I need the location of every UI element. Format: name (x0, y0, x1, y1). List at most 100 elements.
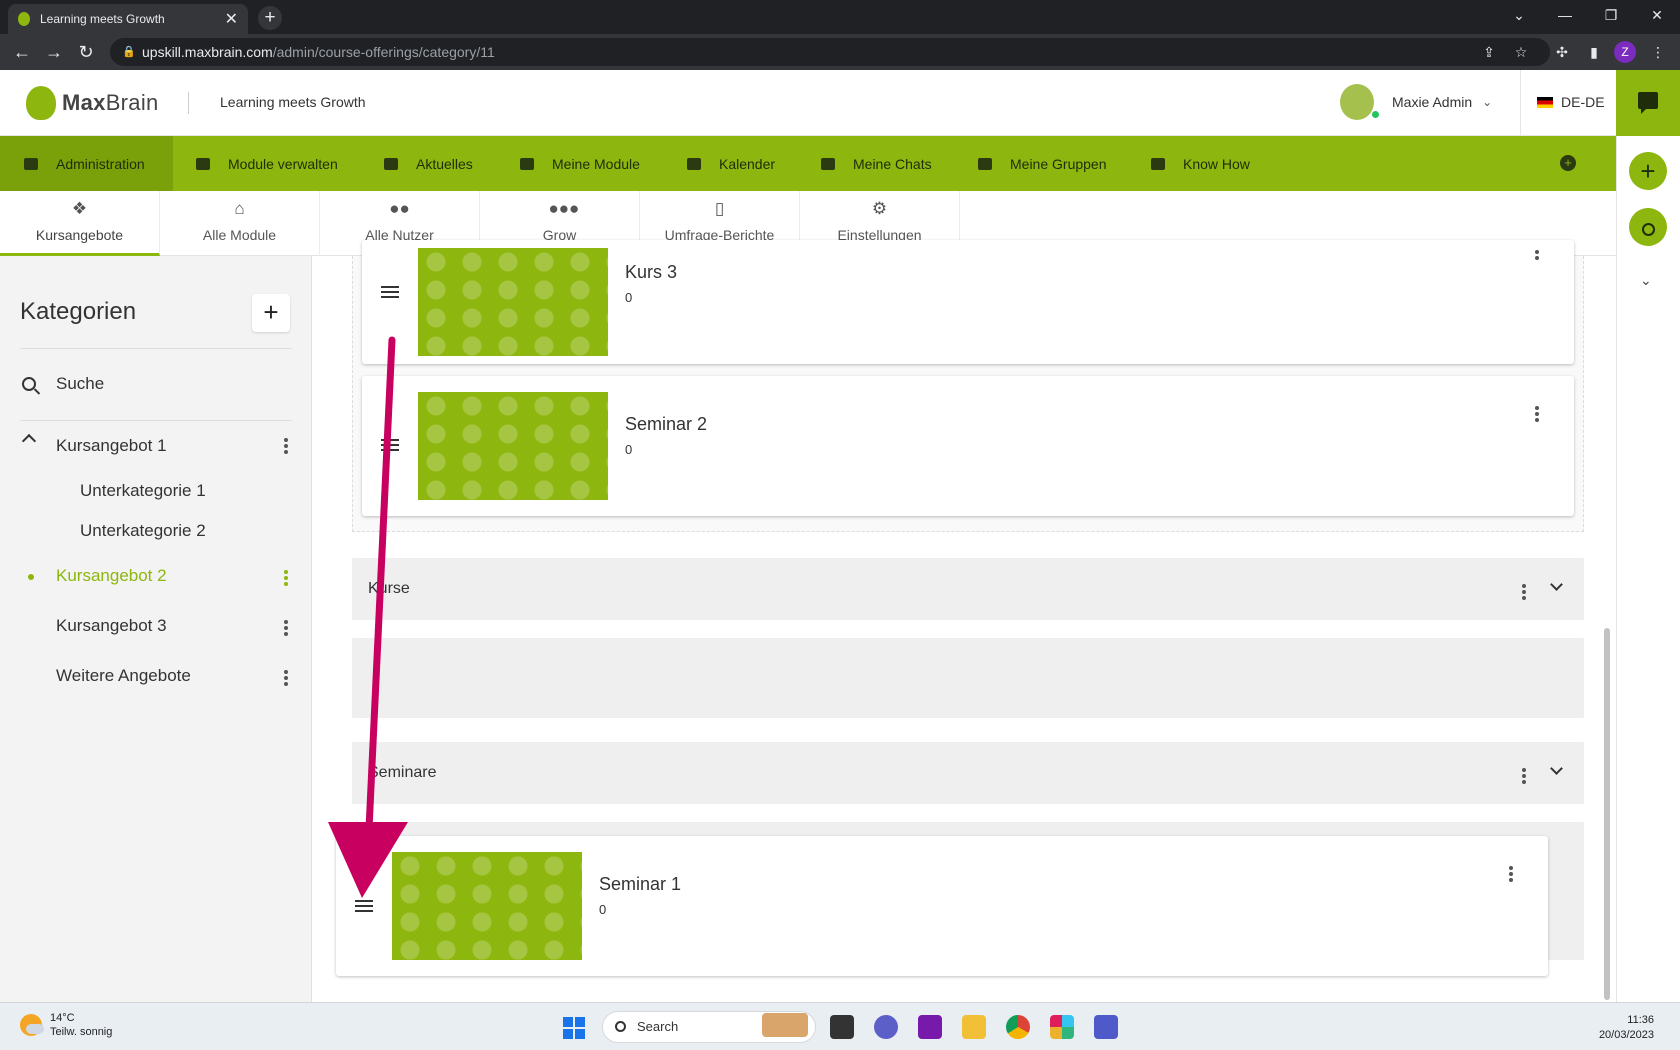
news-icon (384, 157, 398, 170)
reload-icon[interactable]: ↻ (74, 40, 98, 64)
more-options-icon[interactable] (284, 668, 288, 688)
sidebar-item-unterkategorie-2[interactable]: Unterkategorie 2 (80, 521, 206, 541)
more-options-icon[interactable] (1509, 864, 1513, 884)
more-options-icon[interactable] (1535, 248, 1539, 262)
language-switcher[interactable]: DE-DE (1537, 94, 1605, 110)
search-button[interactable] (1629, 208, 1667, 246)
more-options-icon[interactable] (1522, 766, 1526, 786)
more-options-icon[interactable] (1522, 582, 1526, 602)
calendar-icon (687, 157, 701, 170)
sidebar-item-kursangebot-2[interactable]: Kursangebot 2 (56, 566, 167, 586)
german-flag-icon (1537, 96, 1553, 108)
nav-item-meine-module[interactable]: Meine Module (520, 136, 640, 191)
nav-item-meine-chats[interactable]: Meine Chats (821, 136, 932, 191)
new-tab-button[interactable]: + (258, 6, 282, 30)
chat-toggle-button[interactable] (1616, 70, 1680, 136)
header-divider (188, 92, 189, 114)
side-panel-icon[interactable]: ▮ (1582, 40, 1606, 64)
section-seminare[interactable]: Seminare (352, 742, 1584, 804)
add-button[interactable]: + (1629, 152, 1667, 190)
nav-item-module-verwalten[interactable]: Module verwalten (196, 136, 338, 191)
more-options-icon[interactable] (284, 436, 288, 456)
more-options-icon[interactable] (284, 568, 288, 588)
drag-handle-icon[interactable] (355, 900, 373, 912)
tab-kursangebote[interactable]: ❖ Kursangebote (0, 191, 160, 256)
rail-chevron-down-icon[interactable]: ⌄ (1640, 272, 1652, 289)
profile-avatar[interactable]: Z (1614, 41, 1636, 63)
bookmark-star-icon[interactable]: ☆ (1509, 40, 1533, 64)
course-card[interactable]: Kurs 3 0 (362, 240, 1574, 364)
url-input[interactable]: 🔒 upskill.maxbrain.com/admin/course-offe… (110, 38, 1550, 66)
plus-icon: + (1640, 156, 1656, 186)
weather-widget[interactable]: 14°C Teilw. sonnig (20, 1011, 112, 1039)
course-card-dragging[interactable]: Seminar 1 0 (336, 836, 1548, 976)
clock-date: 20/03/2023 (1598, 1029, 1654, 1041)
taskbar-search-label: Search (637, 1019, 679, 1034)
graduation-cap-icon (520, 157, 534, 170)
team-icon: ●●● (548, 199, 580, 218)
administration-icon (24, 157, 38, 170)
sidebar-item-kursangebot-1[interactable]: Kursangebot 1 (56, 436, 167, 456)
weather-temperature: 14°C (50, 1012, 75, 1024)
nav-item-kalender[interactable]: Kalender (687, 136, 775, 191)
close-tab-icon[interactable]: ✕ (225, 9, 238, 29)
browser-menu-icon[interactable]: ⋮ (1646, 40, 1670, 64)
lock-icon: 🔒 (122, 46, 136, 58)
task-view-icon[interactable] (830, 1015, 854, 1039)
minimize-icon[interactable]: — (1542, 0, 1588, 30)
nav-item-label: Meine Chats (853, 155, 932, 172)
sidebar-item-weitere-angebote[interactable]: Weitere Angebote (56, 666, 191, 686)
drag-handle-icon[interactable] (381, 286, 399, 298)
nav-item-administration[interactable]: Administration (0, 136, 173, 191)
nav-item-label: Know How (1183, 155, 1250, 172)
main-nav: Administration Module verwalten Aktuelle… (0, 136, 1616, 191)
tab-search-chevron-icon[interactable]: ⌄ (1496, 0, 1542, 30)
chevron-down-icon[interactable] (1550, 762, 1563, 775)
search-icon (22, 377, 36, 391)
sidebar-item-kursangebot-3[interactable]: Kursangebot 3 (56, 616, 167, 636)
nav-item-meine-gruppen[interactable]: Meine Gruppen (978, 136, 1107, 191)
chat-icon (821, 157, 835, 170)
section-kurse[interactable]: Kurse (352, 558, 1584, 620)
windows-start-icon[interactable] (563, 1017, 585, 1039)
back-arrow-icon[interactable]: ← (10, 40, 34, 64)
window-close-icon[interactable]: ✕ (1634, 0, 1680, 30)
nav-item-know-how[interactable]: Know How (1151, 136, 1250, 191)
book-icon (1151, 157, 1165, 170)
browser-tab[interactable]: Learning meets Growth ✕ (8, 4, 248, 34)
scrollbar[interactable] (1604, 628, 1610, 1000)
chrome-icon[interactable] (1006, 1015, 1030, 1039)
nav-item-label: Administration (56, 155, 145, 172)
nav-item-aktuelles[interactable]: Aktuelles (384, 136, 473, 191)
teams-chat-icon[interactable] (874, 1015, 898, 1039)
institution-icon: ⌂ (234, 199, 245, 218)
card-title: Seminar 2 (625, 414, 708, 434)
restore-icon[interactable]: ❐ (1588, 0, 1634, 30)
active-indicator-icon (28, 574, 34, 580)
teams-icon[interactable] (1094, 1015, 1118, 1039)
more-options-icon[interactable] (1535, 404, 1539, 424)
onenote-icon[interactable] (918, 1015, 942, 1039)
card-title: Seminar 1 (599, 874, 682, 894)
chevron-down-icon[interactable] (1550, 578, 1563, 591)
course-card[interactable]: Seminar 2 0 (362, 376, 1574, 516)
add-category-button[interactable]: + (252, 294, 290, 332)
slack-icon[interactable] (1050, 1015, 1074, 1039)
favicon-icon (18, 12, 30, 26)
category-search[interactable]: Suche (22, 374, 104, 394)
sidebar-item-unterkategorie-1[interactable]: Unterkategorie 1 (80, 481, 206, 501)
forward-arrow-icon[interactable]: → (42, 40, 66, 64)
share-icon[interactable]: ⇪ (1477, 40, 1501, 64)
system-clock[interactable]: 11:36 20/03/2023 (1590, 1013, 1654, 1043)
sidebar-divider (20, 420, 292, 421)
user-menu[interactable]: Maxie Admin ⌄ (1340, 84, 1492, 120)
nav-add-icon[interactable]: + (1560, 155, 1576, 171)
tab-alle-module[interactable]: ⌂ Alle Module (160, 191, 320, 256)
language-label: DE-DE (1561, 94, 1605, 110)
more-options-icon[interactable] (284, 618, 288, 638)
maxbrain-logo[interactable]: MaxBrain (26, 86, 159, 120)
drag-handle-icon[interactable] (381, 439, 399, 451)
file-explorer-icon[interactable] (962, 1015, 986, 1039)
logo-text-bold: Max (62, 90, 106, 115)
extensions-puzzle-icon[interactable]: ✣ (1550, 40, 1574, 64)
